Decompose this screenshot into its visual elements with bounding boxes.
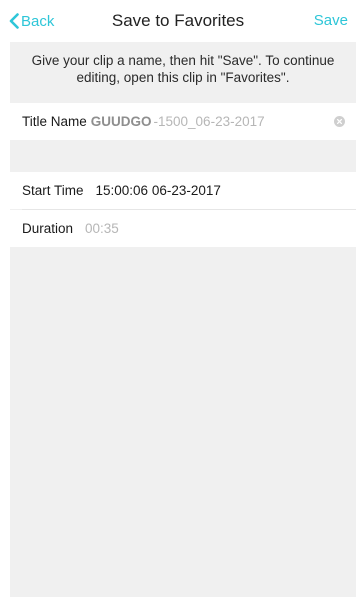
instruction-text: Give your clip a name, then hit "Save". … bbox=[10, 52, 356, 86]
duration-label: Duration bbox=[22, 221, 74, 236]
title-name-suffix: -1500_06-23-2017 bbox=[153, 114, 265, 129]
save-to-favorites-screen: Back Save to Favorites Save Give your cl… bbox=[0, 0, 356, 597]
duration-value: 00:35 bbox=[85, 221, 119, 236]
instruction-line-1: Give your clip a name, then hit "Save". … bbox=[31, 53, 335, 68]
navigation-bar: Back Save to Favorites Save bbox=[0, 0, 356, 42]
duration-row: Duration 00:35 bbox=[10, 210, 356, 247]
title-name-label: Title Name bbox=[22, 114, 87, 129]
instruction-line-2: editing, open this clip in "Favorites". bbox=[76, 70, 290, 85]
start-time-label: Start Time bbox=[22, 183, 84, 198]
clear-icon[interactable] bbox=[334, 116, 345, 127]
title-name-input[interactable]: GUUDGO -1500_06-23-2017 bbox=[91, 114, 265, 129]
title-name-prefix: GUUDGO bbox=[90, 114, 152, 129]
start-time-value: 15:00:06 06-23-2017 bbox=[95, 183, 221, 198]
start-time-row: Start Time 15:00:06 06-23-2017 bbox=[10, 172, 356, 209]
save-button[interactable]: Save bbox=[314, 12, 348, 29]
page-title: Save to Favorites bbox=[111, 11, 245, 30]
title-name-row: Title Name GUUDGO -1500_06-23-2017 bbox=[10, 103, 356, 140]
form-area: Give your clip a name, then hit "Save". … bbox=[10, 42, 356, 597]
